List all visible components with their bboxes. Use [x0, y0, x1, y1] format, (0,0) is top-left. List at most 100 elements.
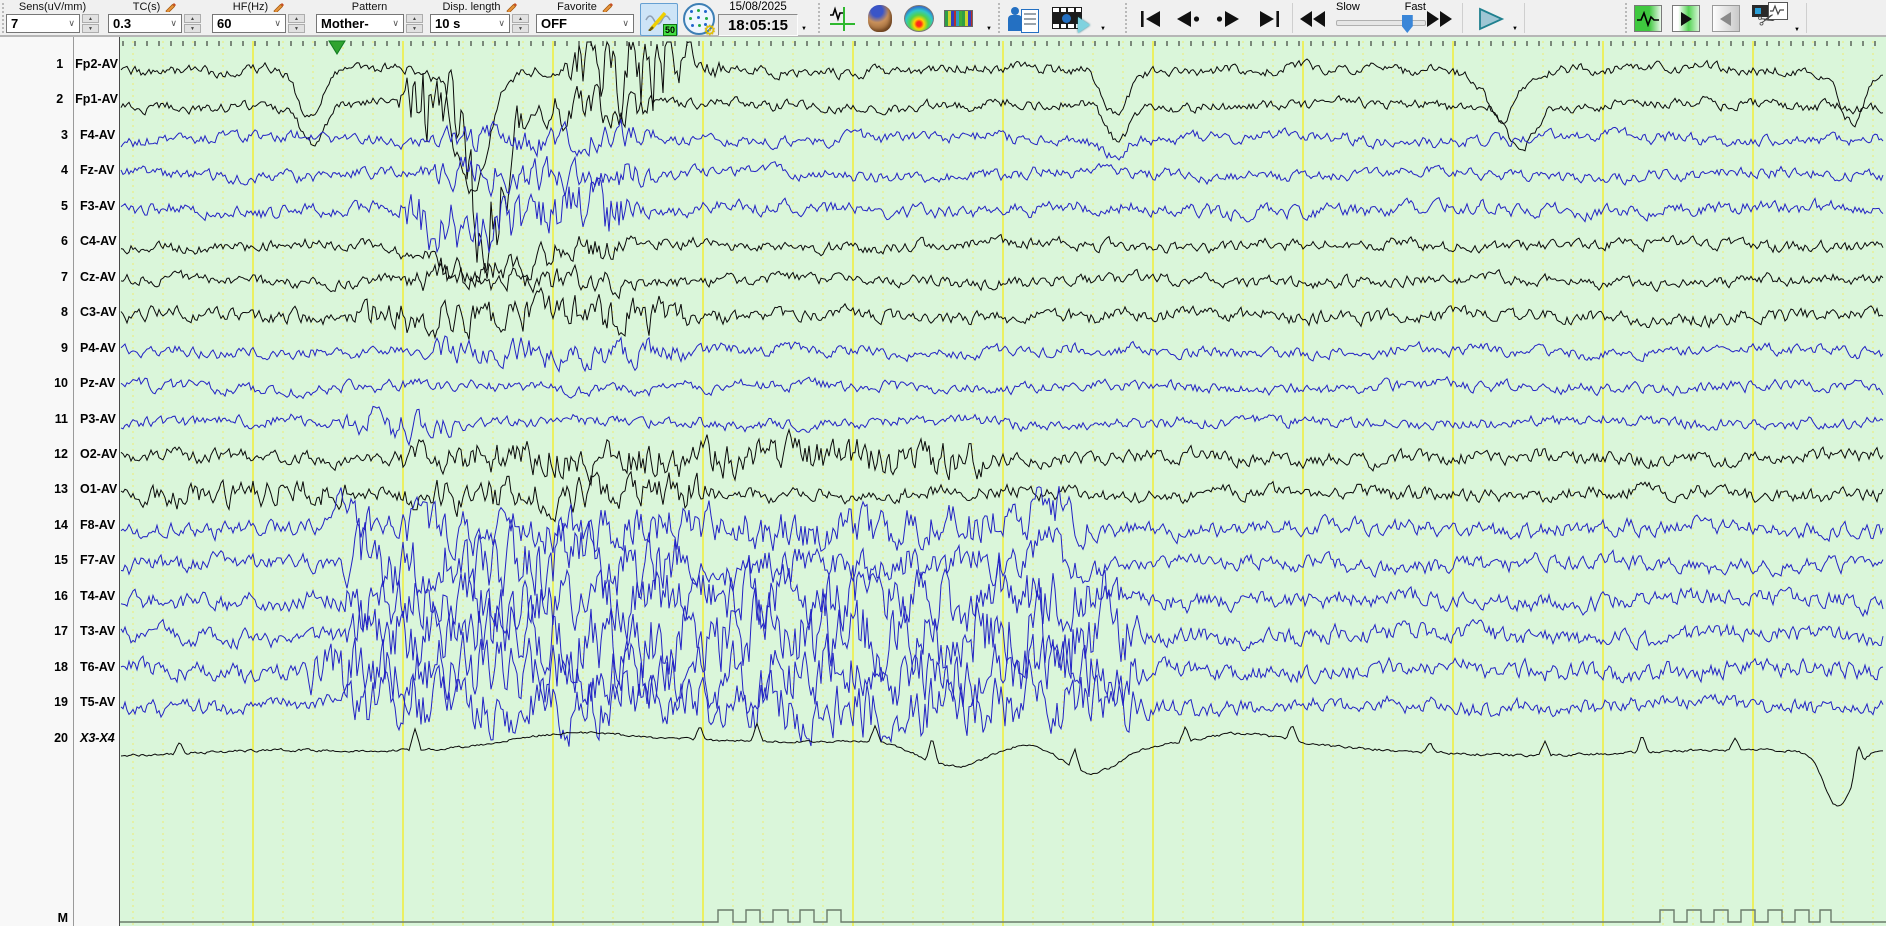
chevron-down-icon[interactable]: ∨	[272, 18, 285, 29]
review-waveform-button[interactable]	[1634, 5, 1662, 32]
spinner-down-button[interactable]: ▼	[512, 24, 529, 33]
chevron-down-icon[interactable]: ∨	[390, 18, 403, 29]
channel-label[interactable]: F3-AV	[75, 199, 115, 213]
combo-tc-s-[interactable]: 0.3 ∨	[108, 14, 182, 33]
channel-label-gutter: 1 Fp2-AV 2 Fp1-AV 3 F4-AV 4 Fz-AV 5 F3-AV 6 C4-AV 7 C…	[0, 37, 120, 926]
toolbar-grip[interactable]	[1625, 3, 1627, 33]
go-last-button[interactable]	[1254, 7, 1284, 31]
video-film-icon	[1052, 6, 1090, 33]
rewind-button[interactable]	[1298, 7, 1328, 31]
spinner-up-button[interactable]: ▲	[288, 14, 305, 23]
control-tc-s-: TC(s) 0.3 ∨ ▲ ▼	[108, 1, 201, 33]
toolbar-grip[interactable]	[998, 3, 1000, 33]
chevron-down-icon[interactable]: ∨	[66, 18, 79, 29]
channel-label[interactable]: F4-AV	[75, 128, 115, 142]
eeg-waveform-canvas[interactable]	[0, 37, 1886, 926]
clip-dropdown-arrow[interactable]: ▼	[1794, 27, 1800, 33]
channel-label[interactable]: F7-AV	[75, 553, 115, 567]
electrode-map-icon: ⚙	[683, 2, 716, 37]
auto-scroll-button[interactable]	[1672, 5, 1700, 32]
analysis-dropdown-arrow[interactable]: ▼	[986, 26, 992, 32]
notch-filter-button[interactable]: 50	[640, 3, 678, 36]
channel-label[interactable]: Cz-AV	[75, 270, 116, 284]
play-dropdown-arrow[interactable]: ▼	[1512, 26, 1518, 32]
video-playback-button[interactable]	[1050, 3, 1090, 34]
toolbar-grip[interactable]	[1125, 3, 1127, 33]
speed-slider-track[interactable]	[1336, 15, 1426, 33]
toolbar-grip[interactable]	[2, 3, 4, 33]
channel-label[interactable]: Pz-AV	[75, 376, 115, 390]
head-3d-map-button[interactable]	[864, 3, 896, 34]
combo-pattern[interactable]: Mother- ∨	[316, 14, 404, 33]
pencil-edit-icon[interactable]	[600, 0, 613, 15]
channel-label[interactable]: C3-AV	[75, 305, 117, 319]
channel-number: 10	[54, 376, 68, 391]
topography-map-button[interactable]	[902, 3, 936, 34]
spinner-down-button[interactable]: ▼	[82, 24, 99, 33]
spike-detect-button[interactable]	[827, 3, 857, 34]
prev-page-icon	[1177, 11, 1200, 27]
page-back-button[interactable]	[1174, 7, 1204, 31]
control-label: HF(Hz)	[232, 1, 269, 13]
combo-favorite[interactable]: OFF ∨	[536, 14, 634, 33]
spinner-down-button[interactable]: ▼	[406, 24, 423, 33]
chevron-down-icon[interactable]: ∨	[496, 18, 509, 29]
datetime-dropdown-arrow[interactable]: ▼	[801, 26, 807, 32]
time-display[interactable]: 18:05:15	[718, 14, 798, 36]
channel-label[interactable]: P4-AV	[75, 341, 116, 355]
channel-label[interactable]: Fp1-AV	[70, 92, 118, 106]
control-sens-uv-mm-: Sens(uV/mm) 7 ∨ ▲ ▼	[6, 1, 99, 33]
rewind-icon	[1300, 11, 1325, 27]
control-pattern: Pattern Mother- ∨ ▲ ▼	[316, 1, 423, 33]
spinner: ▲ ▼	[406, 14, 423, 33]
patient-info-button[interactable]	[1006, 3, 1042, 34]
play-button[interactable]	[1472, 7, 1510, 31]
clip-video-button[interactable]: ✂	[1750, 2, 1790, 34]
spinner-up-button[interactable]: ▲	[512, 14, 529, 23]
spinner-up-button[interactable]: ▲	[184, 14, 201, 23]
spinner-up-button[interactable]: ▲	[82, 14, 99, 23]
channel-label[interactable]: F8-AV	[75, 518, 115, 532]
combo-value: 0.3	[113, 16, 132, 31]
pencil-edit-icon[interactable]	[271, 0, 285, 15]
channel-label[interactable]: T6-AV	[75, 660, 115, 674]
montage-settings-button[interactable]: ⚙	[680, 2, 718, 37]
spinner-up-button[interactable]: ▲	[406, 14, 423, 23]
channel-label[interactable]: P3-AV	[75, 412, 116, 426]
combo-sens-uv-mm-[interactable]: 7 ∨	[6, 14, 80, 33]
channel-row-cz-av: 7 Cz-AV	[0, 268, 118, 285]
channel-label[interactable]: T5-AV	[75, 695, 115, 709]
channel-label[interactable]: T4-AV	[75, 589, 115, 603]
play-icon	[1479, 7, 1505, 31]
toolbar-grip[interactable]	[818, 3, 820, 33]
dsa-trend-button[interactable]	[942, 3, 974, 34]
pencil-edit-icon[interactable]	[163, 0, 177, 15]
spinner-down-button[interactable]: ▼	[184, 24, 201, 33]
scroll-back-button[interactable]	[1712, 5, 1740, 32]
channel-label[interactable]: Fz-AV	[75, 163, 115, 177]
fast-forward-button[interactable]	[1424, 7, 1454, 31]
channel-row-t3-av: 17 T3-AV	[0, 623, 118, 640]
channel-label[interactable]: O1-AV	[75, 482, 117, 496]
chevron-down-icon[interactable]: ∨	[168, 18, 181, 29]
first-page-icon	[1141, 11, 1160, 27]
speed-slider-thumb[interactable]	[1401, 15, 1413, 33]
video-dropdown-arrow[interactable]: ▼	[1100, 26, 1106, 32]
channel-label[interactable]: T3-AV	[75, 624, 115, 638]
pencil-edit-icon[interactable]	[504, 0, 517, 15]
channel-number: 16	[54, 588, 68, 603]
combo-disp-length[interactable]: 10 s ∨	[430, 14, 510, 33]
channel-label[interactable]: Fp2-AV	[70, 57, 118, 71]
slow-label: Slow	[1336, 1, 1360, 13]
channel-label[interactable]: O2-AV	[75, 447, 117, 461]
control-label: Pattern	[351, 1, 388, 13]
go-first-button[interactable]	[1136, 7, 1166, 31]
chevron-down-icon[interactable]: ∨	[620, 18, 633, 29]
channel-number: 17	[54, 624, 68, 639]
combo-hf-hz-[interactable]: 60 ∨	[212, 14, 286, 33]
page-forward-button[interactable]	[1212, 7, 1242, 31]
spinner-down-button[interactable]: ▼	[288, 24, 305, 33]
channel-label[interactable]: C4-AV	[75, 234, 117, 248]
channel-label[interactable]: X3-X4	[75, 731, 115, 745]
date-label: 15/08/2025	[729, 1, 787, 13]
